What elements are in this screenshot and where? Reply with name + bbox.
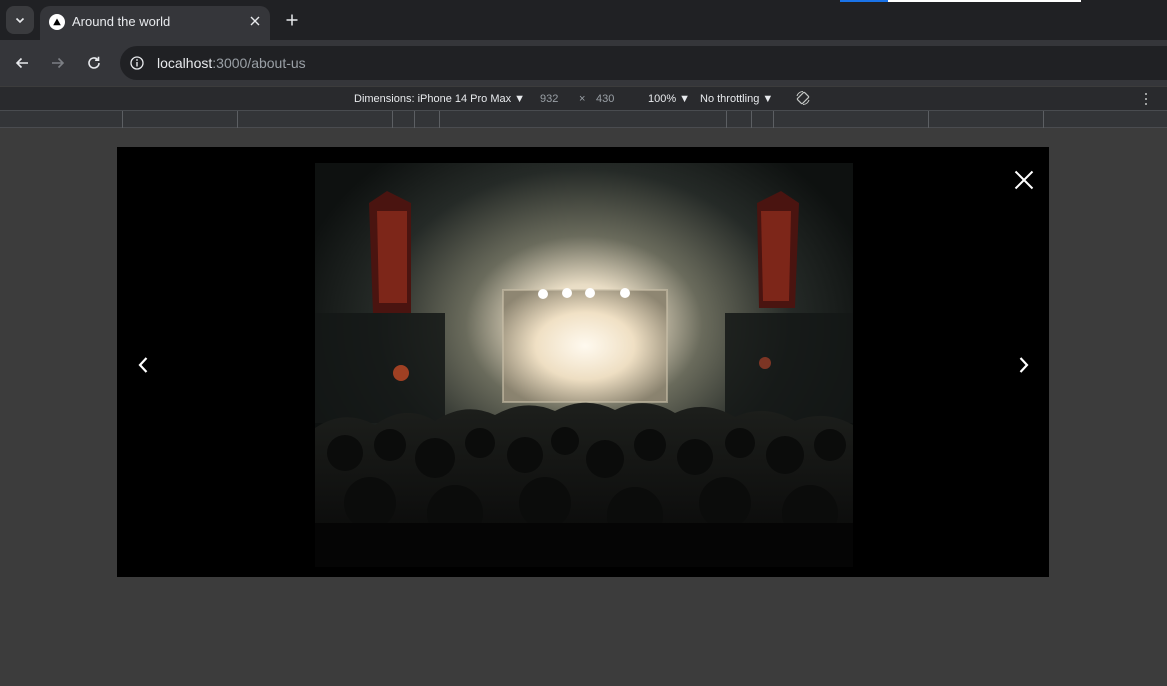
close-icon [250,16,260,26]
address-bar[interactable]: localhost:3000/about-us [120,46,1167,80]
image-lightbox [117,147,1049,577]
throttling-select[interactable]: No throttling ▼ [700,93,773,105]
profile-accent-bar-light [888,0,1081,2]
lightbox-prev-button[interactable] [133,353,153,377]
tab-title: Around the world [72,14,171,29]
info-icon [130,56,144,70]
profile-accent-bar [840,0,888,2]
back-button[interactable] [9,50,35,76]
close-icon [1014,170,1034,190]
media-query-ruler [0,111,1167,128]
lightbox-close-button[interactable] [1011,167,1037,193]
device-select[interactable]: Dimensions: iPhone 14 Pro Max ▼ [354,93,525,105]
zoom-select[interactable]: 100% ▼ [648,93,690,105]
viewport-height-input[interactable]: 430 [596,93,614,105]
zoom-value: 100% [648,93,677,105]
rotate-button[interactable] [795,90,811,109]
reload-icon [88,56,100,69]
tab-close-button[interactable] [246,12,264,30]
browser-toolbar: localhost:3000/about-us [0,40,1167,86]
dropdown-arrow-icon: ▼ [514,93,526,105]
device-label: Dimensions: iPhone 14 Pro Max [354,93,512,105]
dropdown-arrow-icon: ▼ [679,93,691,105]
rotate-icon [796,90,810,106]
url-text[interactable]: localhost:3000/about-us [157,55,306,71]
lightbox-next-button[interactable] [1014,353,1034,377]
new-tab-button[interactable] [281,9,303,31]
tab-strip: Around the world [0,0,1167,40]
chevron-down-icon [15,17,25,24]
device-toolbar: Dimensions: iPhone 14 Pro Max ▼ 932 × 430… [0,86,1167,111]
page-viewport [0,128,1167,686]
more-options-button[interactable] [1141,91,1151,107]
arrow-right-icon [52,57,65,69]
forward-button[interactable] [45,50,71,76]
arrow-left-icon [15,57,28,69]
site-info-button[interactable] [126,52,148,74]
url-host: localhost [157,55,213,71]
plus-icon [286,14,298,26]
dimension-separator: × [579,93,586,105]
dropdown-arrow-icon: ▼ [762,93,774,105]
reload-button[interactable] [81,50,107,76]
chevron-left-icon [138,357,148,373]
tab-around-the-world[interactable]: Around the world [40,6,270,40]
url-path: :3000/about-us [212,55,306,71]
throttling-value: No throttling [700,93,760,105]
triangle-icon [49,14,65,30]
viewport-width-input[interactable]: 932 [540,93,558,105]
lightbox-photo [315,163,853,567]
tab-search-button[interactable] [6,6,34,34]
chevron-right-icon [1019,357,1029,373]
